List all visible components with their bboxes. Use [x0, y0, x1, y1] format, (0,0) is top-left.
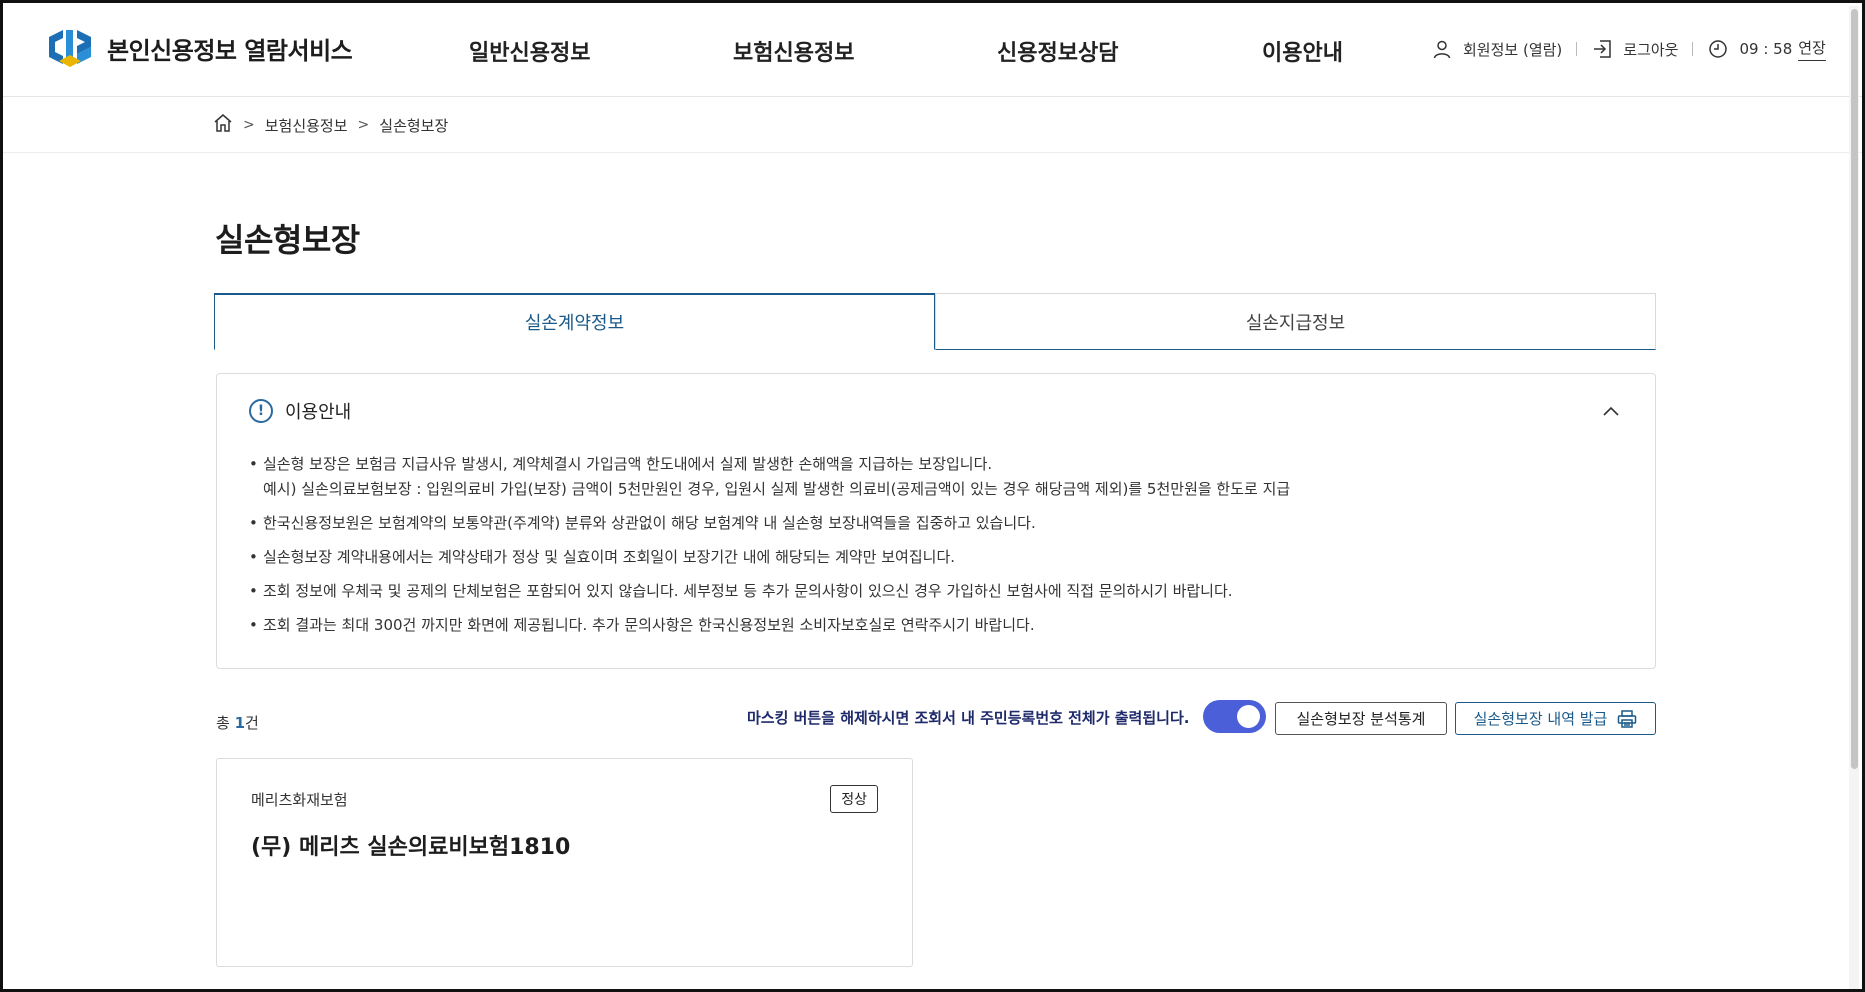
list-item: 실손형보장 계약내용에서는 계약상태가 정상 및 실효이며 조회일이 보장기간 …	[249, 545, 1629, 570]
chevron-up-icon[interactable]	[1601, 402, 1621, 422]
issue-statement-label: 실손형보장 내역 발급	[1473, 710, 1608, 728]
timer-value: 09 : 58	[1739, 40, 1793, 58]
header: 본인신용정보 열람서비스 일반신용정보 보험신용정보 신용정보상담 이용안내 회…	[3, 3, 1862, 97]
total-count-number: 1	[234, 714, 246, 732]
extend-session-button[interactable]: 연장	[1798, 37, 1826, 61]
logo-text: 본인신용정보 열람서비스	[107, 36, 353, 65]
usage-guide-title: 이용안내	[285, 402, 352, 423]
page-title: 실손형보장	[215, 221, 360, 259]
cis-logo-icon	[45, 27, 95, 69]
analysis-stats-button[interactable]: 실손형보장 분석통계	[1275, 702, 1447, 735]
tab-bar: 실손계약정보 실손지급정보	[214, 293, 1656, 350]
masking-notice: 마스킹 버튼을 해제하시면 조회서 내 주민등록번호 전체가 출력됩니다.	[747, 709, 1190, 727]
logo[interactable]: 본인신용정보 열람서비스	[45, 27, 353, 69]
scrollbar-thumb[interactable]	[1851, 9, 1858, 769]
chevron-right-icon: >	[357, 117, 370, 133]
utility-menu: 회원정보 (열람) 로그아웃 09 : 58 연장	[1431, 37, 1826, 61]
tab-payment-info[interactable]: 실손지급정보	[935, 293, 1656, 350]
home-icon[interactable]	[213, 113, 233, 137]
list-item: 조회 정보에 우체국 및 공제의 단체보험은 포함되어 있지 않습니다. 세부정…	[249, 579, 1629, 604]
masking-toggle[interactable]	[1203, 700, 1266, 733]
total-count: 총 1건	[216, 714, 259, 732]
list-item: 실손형 보장은 보험금 지급사유 발생시, 계약체결시 가입금액 한도내에서 실…	[249, 452, 1629, 502]
printer-icon	[1617, 709, 1637, 728]
clock-icon	[1707, 38, 1729, 60]
divider	[1692, 42, 1694, 56]
member-info-link[interactable]: 회원정보 (열람)	[1431, 38, 1562, 60]
issue-statement-button[interactable]: 실손형보장 내역 발급	[1455, 702, 1656, 735]
usage-guide-list: 실손형 보장은 보험금 지급사유 발생시, 계약체결시 가입금액 한도내에서 실…	[249, 452, 1629, 647]
logout-icon	[1591, 38, 1613, 60]
nav-insurance-credit[interactable]: 보험신용정보	[733, 35, 854, 67]
app-window: 본인신용정보 열람서비스 일반신용정보 보험신용정보 신용정보상담 이용안내 회…	[0, 0, 1865, 992]
contract-card[interactable]: 메리츠화재보험 정상 (무) 메리츠 실손의료비보험1810	[216, 758, 913, 967]
breadcrumb: > 보험신용정보 > 실손형보장	[3, 98, 1862, 153]
list-item: 한국신용정보원은 보험계약의 보통약관(주계약) 분류와 상관없이 해당 보험계…	[249, 511, 1629, 536]
logout-link[interactable]: 로그아웃	[1591, 38, 1678, 60]
toggle-knob	[1237, 705, 1260, 728]
breadcrumb-insurance-credit[interactable]: 보험신용정보	[265, 115, 348, 136]
usage-guide-header: ! 이용안내	[249, 398, 351, 424]
divider	[1576, 42, 1578, 56]
list-item: 조회 결과는 최대 300건 까지만 화면에 제공됩니다. 추가 문의사항은 한…	[249, 613, 1629, 638]
card-insurer: 메리츠화재보험	[251, 791, 348, 809]
tab-contract-info[interactable]: 실손계약정보	[214, 293, 935, 350]
nav-general-credit[interactable]: 일반신용정보	[469, 35, 590, 67]
card-product-name: (무) 메리츠 실손의료비보험1810	[251, 835, 571, 860]
info-icon: !	[249, 399, 273, 423]
usage-guide-panel: ! 이용안내 실손형 보장은 보험금 지급사유 발생시, 계약체결시 가입금액 …	[216, 373, 1656, 669]
chevron-right-icon: >	[243, 117, 255, 133]
nav-credit-consult[interactable]: 신용정보상담	[997, 35, 1118, 67]
logout-label: 로그아웃	[1623, 40, 1679, 59]
breadcrumb-current: 실손형보장	[379, 116, 449, 135]
nav-usage-guide[interactable]: 이용안내	[1262, 35, 1343, 67]
member-info-label: 회원정보 (열람)	[1463, 40, 1563, 59]
session-timer: 09 : 58	[1707, 38, 1792, 60]
status-badge: 정상	[830, 785, 878, 813]
user-icon	[1431, 38, 1453, 60]
